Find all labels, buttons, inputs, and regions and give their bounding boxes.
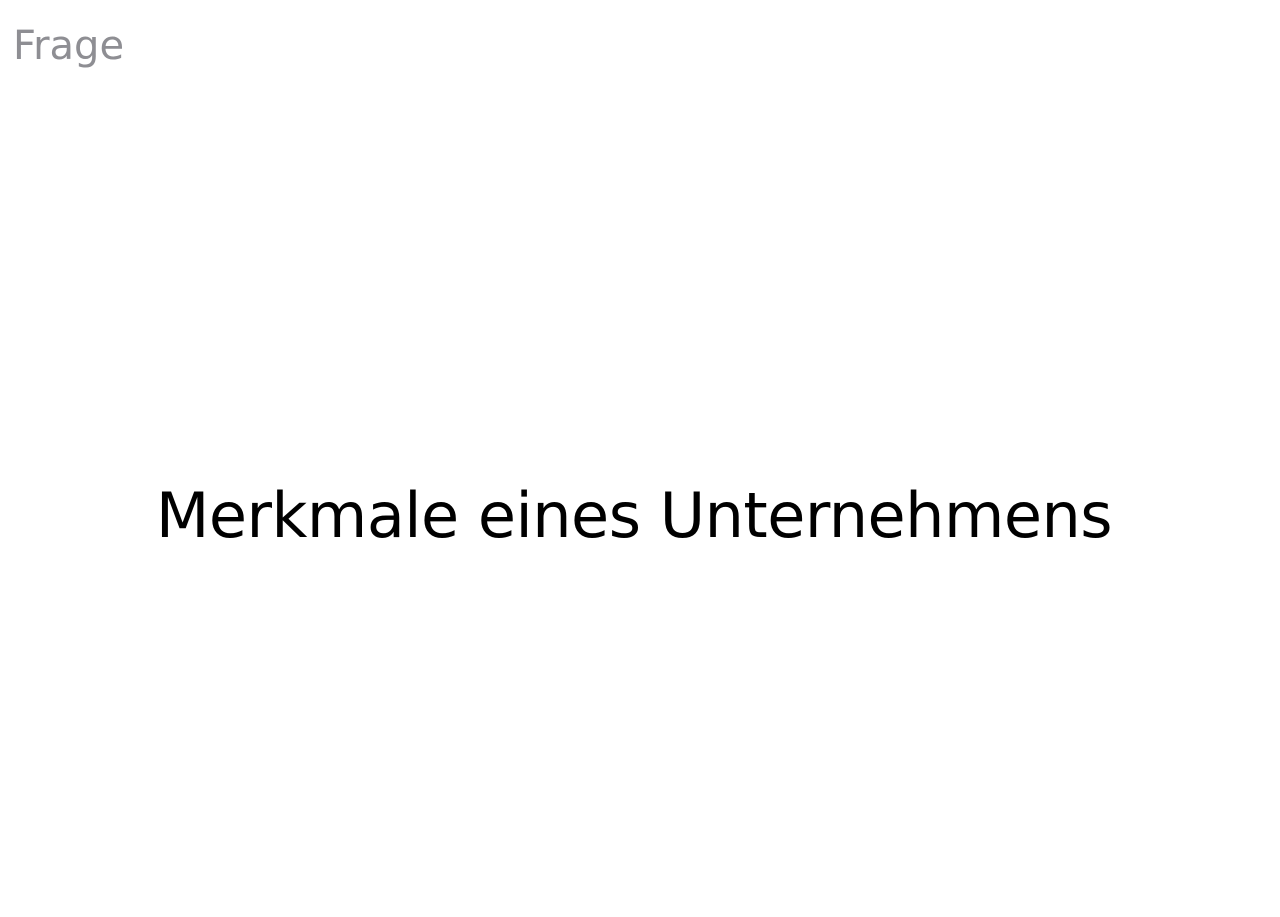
card-question-text: Merkmale eines Unternehmens xyxy=(155,479,1113,552)
flashcard[interactable]: Frage Merkmale eines Unternehmens xyxy=(0,0,1280,917)
card-side-label: Frage xyxy=(13,23,125,69)
